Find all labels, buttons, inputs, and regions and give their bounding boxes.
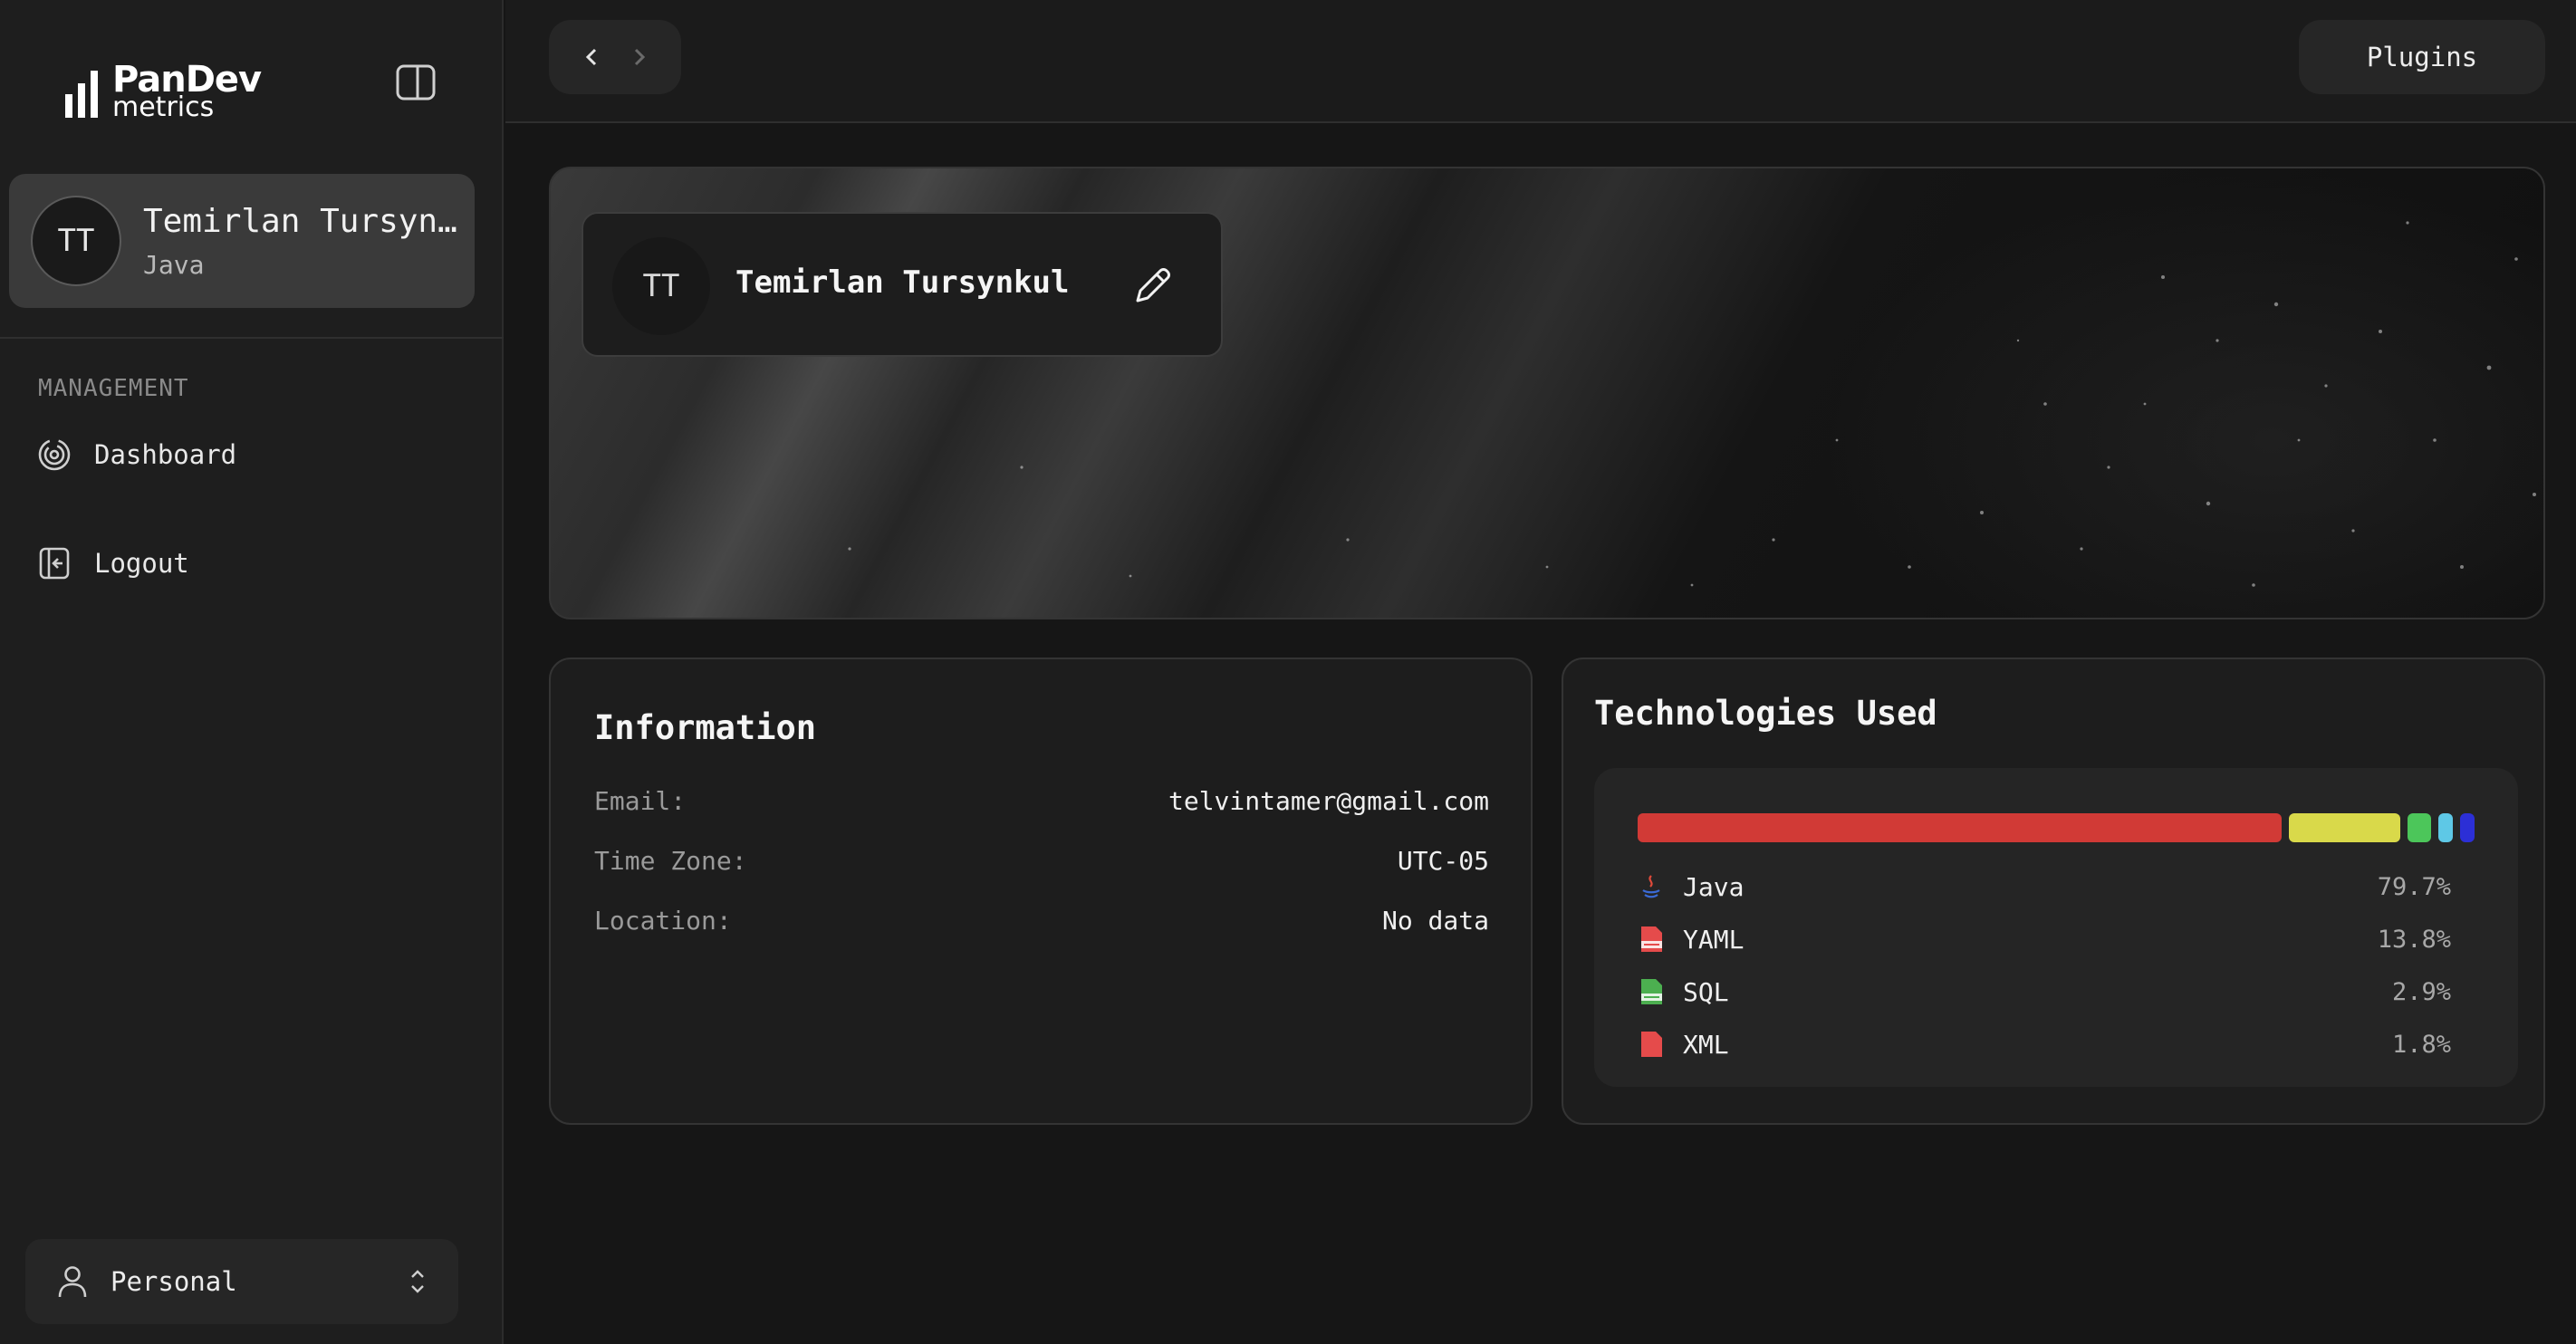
technology-share-segment (2438, 813, 2453, 842)
chevron-right-icon (634, 48, 645, 66)
section-label-management: MANAGEMENT (38, 375, 189, 402)
info-row-location: Location: No data (594, 902, 1489, 938)
pandev-logo[interactable]: PanDev metrics (63, 60, 262, 123)
workspace-select-value: Personal (111, 1266, 237, 1297)
sidebar-divider (0, 337, 504, 339)
user-primary-language: Java (143, 250, 205, 280)
technologies-title: Technologies Used (1594, 694, 1937, 733)
list-item: XML 1.8% (1638, 1018, 2451, 1070)
technology-name: YAML (1683, 924, 1745, 955)
info-value: UTC-05 (1397, 845, 1489, 876)
sidebar: PanDev metrics TT Temirlan Tursynkul Jav… (0, 0, 504, 1344)
yaml-file-icon (1641, 926, 1662, 952)
info-row-email: Email: telvintamer@gmail.com (594, 782, 1489, 819)
technology-share-bar (1638, 813, 2475, 842)
pencil-icon (1136, 268, 1170, 302)
forward-button[interactable] (625, 43, 654, 72)
edit-profile-button[interactable] (1127, 261, 1177, 312)
info-label: Location: (594, 905, 732, 936)
user-icon (58, 1266, 87, 1298)
technology-share-segment (2408, 813, 2431, 842)
info-row-time-zone: Time Zone: UTC-05 (594, 842, 1489, 878)
profile-name: Temirlan Tursynkul (735, 264, 1070, 301)
technology-percent: 79.7% (2377, 872, 2451, 901)
technology-share-segment (2289, 813, 2400, 842)
back-button[interactable] (577, 43, 606, 72)
list-item: YAML 13.8% (1638, 913, 2451, 965)
technologies-panel[interactable]: Java 79.7% YAML 13.8% SQL 2.9% XML 1.8% (1594, 768, 2518, 1087)
technology-percent: 2.9% (2391, 977, 2451, 1006)
sidebar-item-label: Dashboard (94, 439, 237, 470)
java-icon (1642, 875, 1660, 898)
logout-icon (39, 547, 70, 580)
history-navigation (549, 20, 681, 94)
avatar: TT (612, 237, 710, 335)
information-title: Information (594, 708, 817, 747)
workspace-select[interactable]: Personal (25, 1239, 458, 1324)
xml-file-icon (1641, 1032, 1662, 1057)
profile-banner: TT Temirlan Tursynkul (549, 167, 2545, 619)
info-label: Time Zone: (594, 845, 747, 876)
technology-share-segment (2460, 813, 2475, 842)
info-value: No data (1381, 905, 1489, 936)
user-name: Temirlan Tursynkul (143, 203, 460, 240)
info-value: telvintamer@gmail.com (1168, 785, 1489, 816)
technologies-card: Technologies Used Java 79.7% YAML 13.8% … (1562, 658, 2545, 1125)
sidebar-item-dashboard[interactable]: Dashboard (36, 429, 471, 480)
list-item: Java 79.7% (1638, 860, 2451, 913)
current-user-card[interactable]: TT Temirlan Tursynkul Java (9, 174, 475, 308)
chevron-left-icon (585, 48, 596, 66)
information-card: Information Email: telvintamer@gmail.com… (549, 658, 1533, 1125)
plugins-button[interactable]: Plugins (2299, 20, 2545, 94)
technology-name: XML (1683, 1029, 1729, 1060)
sidebar-item-label: Logout (94, 548, 189, 579)
avatar: TT (31, 196, 121, 286)
technology-percent: 13.8% (2377, 925, 2451, 954)
technology-share-segment (1638, 813, 2282, 842)
dashboard-icon (38, 438, 71, 471)
list-item: SQL 2.9% (1638, 965, 2451, 1018)
technology-percent: 1.8% (2391, 1030, 2451, 1059)
technology-name: Java (1683, 871, 1745, 902)
bar-chart-logo-icon (65, 71, 98, 118)
sidebar-toggle-icon[interactable] (395, 63, 438, 103)
chevron-up-down-icon (411, 1270, 424, 1293)
info-label: Email: (594, 785, 687, 816)
logo-sub-text: metrics (112, 91, 215, 123)
profile-chip: TT Temirlan Tursynkul (582, 212, 1223, 357)
technology-list: Java 79.7% YAML 13.8% SQL 2.9% XML 1.8% (1638, 860, 2451, 1070)
top-bar: Plugins (505, 0, 2576, 123)
sidebar-item-logout[interactable]: Logout (36, 538, 471, 589)
sql-file-icon (1641, 979, 1662, 1004)
technology-name: SQL (1683, 976, 1729, 1007)
